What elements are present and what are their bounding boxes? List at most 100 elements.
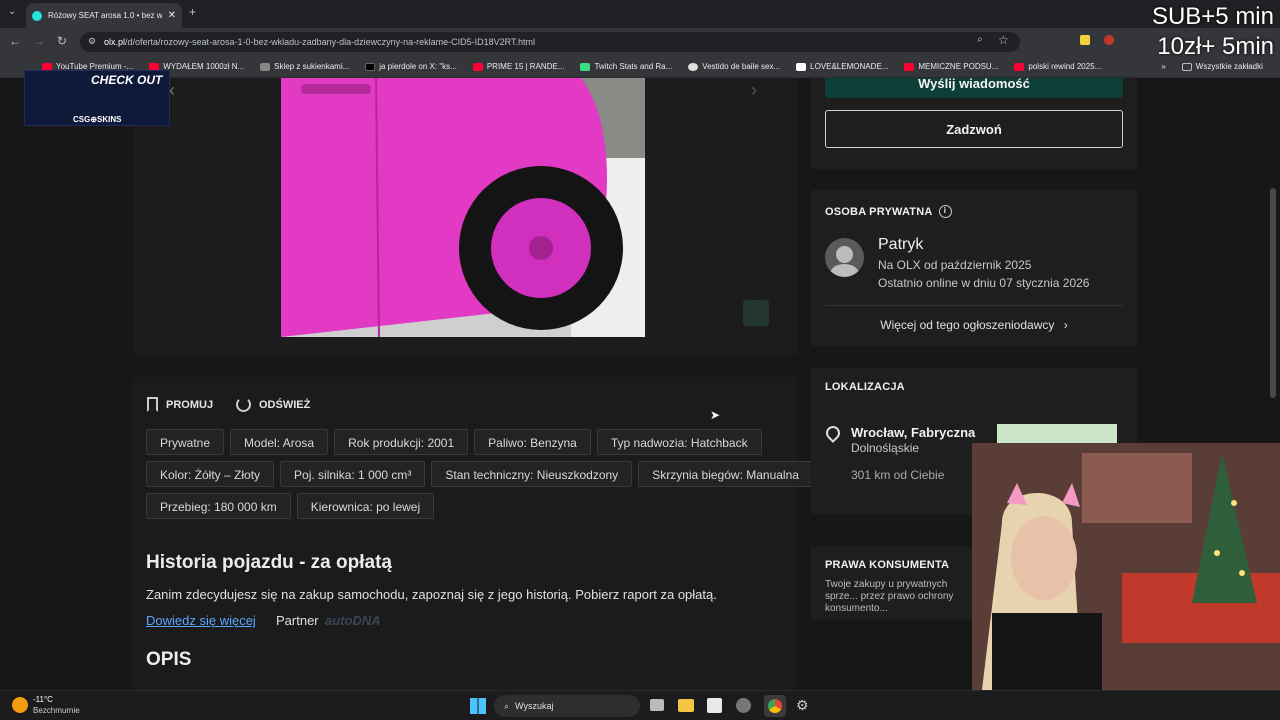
param-tag: Kierownica: po lewej — [296, 493, 435, 519]
history-title: Historia pojazdu - za opłatą — [146, 552, 392, 573]
sub-line-2: 10zł+ 5min — [1157, 33, 1274, 60]
bookmark-item[interactable]: polski rewind 2025... — [1006, 62, 1109, 71]
ad-brand: CSG⊕SKINS — [73, 115, 122, 124]
params-row-3: Przebieg: 180 000 km Kierownica: po lewej — [146, 493, 440, 519]
param-tag: Kolor: Żółty – Złoty — [146, 461, 275, 487]
divider — [825, 305, 1123, 306]
location-distance: 301 km od Ciebie — [851, 468, 945, 482]
settings-gear-icon[interactable]: ⚙ — [796, 697, 809, 714]
seller-card: OSOBA PRYWATNA i Patryk Na OLX od paździ… — [811, 190, 1137, 346]
params-row-1: Prywatne Model: Arosa Rok produkcji: 2001 P… — [146, 429, 768, 455]
olx-favicon-icon — [32, 10, 42, 21]
param-tag: Poj. silnika: 1 000 cm³ — [280, 461, 426, 487]
search-icon: ⌕ — [504, 700, 510, 711]
youtube-icon — [472, 62, 483, 71]
url-domain: olx.pl — [104, 37, 126, 47]
seller-type: OSOBA PRYWATNA i — [825, 205, 952, 218]
close-tab-icon[interactable]: ✕ — [168, 10, 176, 21]
seller-since: Na OLX od październik 2025 — [878, 258, 1032, 272]
url-path: /d/oferta/rozowy-seat-arosa-1-0-bez-wkla… — [125, 37, 536, 47]
zoom-icon[interactable]: ⌕ — [977, 34, 983, 45]
windows-start-icon[interactable] — [470, 698, 486, 714]
photo-gallery: ‹ › — [133, 78, 797, 355]
folder-icon — [1181, 62, 1192, 71]
param-tag: Prywatne — [146, 429, 225, 455]
listing-details: PROMUJ ODŚWIEŻ Prywatne Model: Arosa Rok p… — [133, 377, 813, 690]
file-explorer-icon[interactable] — [678, 699, 694, 712]
ad-title: CHECK OUT — [91, 73, 163, 87]
weather-temp: -11°C — [33, 695, 53, 704]
bookmark-item[interactable]: MEMICZNE PODSU... — [896, 62, 1006, 71]
bookmark-star-icon[interactable]: ☆ — [998, 33, 1009, 47]
autodna-logo: autoDNA — [325, 613, 381, 628]
weather-text: Bezchmurnie — [33, 706, 80, 715]
csgo-skins-ad[interactable]: CHECK OUT CSG⊕SKINS — [24, 70, 170, 126]
scrollbar[interactable] — [1270, 188, 1276, 398]
twitch-tracker-icon — [580, 62, 591, 71]
location-region: Dolnośląskie — [851, 441, 920, 455]
consumer-text: Twoje zakupy u prywatnych sprze... przez… — [825, 579, 954, 614]
pink-car-image — [281, 78, 645, 337]
back-icon[interactable]: ← — [9, 34, 21, 48]
refresh-button[interactable]: ODŚWIEŻ — [236, 397, 310, 412]
x-icon — [365, 62, 376, 71]
info-icon[interactable]: i — [938, 205, 952, 218]
more-from-seller-link[interactable]: Więcej od tego ogłoszeniodawcy › — [811, 318, 1137, 332]
contact-card: Wyślij wiadomość Zadzwoń — [811, 78, 1137, 169]
call-button[interactable]: Zadzwoń — [825, 110, 1123, 148]
tab-title: Różowy SEAT arosa 1.0 • bez wkl — [48, 11, 162, 20]
location-city: Wrocław, Fabryczna — [851, 425, 976, 440]
tab-list-icon[interactable]: ⌄ — [8, 6, 16, 17]
address-bar[interactable]: ⚙ olx.pl/d/oferta/rozowy-seat-arosa-1-0-… — [80, 32, 1020, 52]
bookmark-item[interactable]: LOVE&LEMONADE... — [788, 62, 896, 71]
extension-icon[interactable] — [1104, 35, 1114, 45]
active-tab[interactable]: Różowy SEAT arosa 1.0 • bez wkl ✕ — [26, 3, 182, 28]
learn-more-link[interactable]: Dowiedz się więcej — [146, 613, 256, 628]
youtube-icon — [260, 62, 271, 71]
windows-taskbar: -11°C Bezchmurnie ⌕ Wyszukaj ⚙ — [0, 690, 1280, 720]
param-tag: Typ nadwozia: Hatchback — [596, 429, 762, 455]
stream-sub-overlay: SUB+5 min 10zł+ 5min — [1134, 2, 1274, 62]
param-tag: Rok produkcji: 2001 — [334, 429, 469, 455]
app-icon[interactable] — [736, 698, 751, 713]
bookmark-item[interactable]: PRIME 15 | RANDE... — [465, 62, 573, 71]
refresh-icon — [236, 397, 251, 412]
bookmark-item[interactable]: Vestido de baile sex... — [680, 62, 788, 71]
new-tab-icon[interactable]: + — [189, 5, 196, 19]
car-photo[interactable] — [281, 78, 645, 337]
param-tag: Skrzynia biegów: Manualna — [638, 461, 813, 487]
mouse-cursor-icon: ➤ — [710, 408, 721, 422]
bookmark-item[interactable]: ja pierdole on X: "ks... — [357, 62, 465, 71]
avatar — [825, 238, 864, 277]
extension-icon[interactable] — [1080, 35, 1090, 45]
bookmarks-bar: YouTube Premium -... WYDAŁEM 1000zł N...… — [0, 56, 1280, 78]
sub-line-1: SUB+5 min — [1151, 3, 1274, 30]
param-tag: Przebieg: 180 000 km — [146, 493, 291, 519]
bookmark-item[interactable]: Twitch Stats and Ra... — [572, 62, 680, 71]
location-title: LOKALIZACJA — [825, 381, 905, 393]
map-pin-icon — [823, 423, 843, 443]
fullscreen-icon[interactable] — [743, 300, 769, 326]
chevron-right-icon: › — [1063, 318, 1068, 332]
partner-label: Partner — [276, 613, 319, 628]
chrome-icon — [768, 699, 782, 713]
youtube-icon — [1014, 62, 1025, 71]
webcam-overlay — [972, 443, 1280, 690]
bookmark-item[interactable]: Sklep z sukienkami... — [252, 62, 357, 71]
more-bookmarks-icon[interactable]: » — [1153, 62, 1173, 71]
all-bookmarks[interactable]: Wszystkie zakładki — [1174, 62, 1271, 71]
weather-icon[interactable] — [12, 697, 28, 713]
task-view-icon[interactable] — [650, 699, 664, 711]
history-text: Zanim zdecydujesz się na zakup samochodu… — [146, 587, 717, 602]
param-tag: Stan techniczny: Nieuszkodzony — [431, 461, 633, 487]
store-icon[interactable] — [707, 698, 722, 713]
reload-icon[interactable]: ↻ — [57, 34, 67, 48]
send-message-button[interactable]: Wyślij wiadomość — [825, 78, 1123, 98]
site-info-icon[interactable]: ⚙ — [88, 36, 96, 47]
params-row-2: Kolor: Żółty – Złoty Poj. silnika: 1 000 … — [146, 461, 819, 487]
promote-button[interactable]: PROMUJ — [147, 397, 213, 412]
gallery-next-icon[interactable]: › — [751, 80, 757, 101]
param-tag: Paliwo: Benzyna — [474, 429, 591, 455]
forward-icon[interactable]: → — [33, 34, 45, 48]
taskbar-search[interactable]: ⌕ Wyszukaj — [494, 695, 640, 717]
